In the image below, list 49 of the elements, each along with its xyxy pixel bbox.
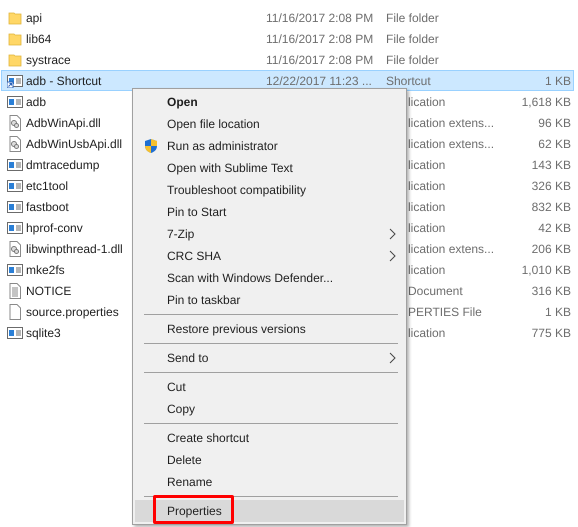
date-modified: 12/22/2017 11:23 ... (266, 74, 372, 88)
file-name: AdbWinUsbApi.dll (26, 136, 122, 150)
file-type: Shortcut (386, 74, 431, 88)
file-type: lication (408, 94, 446, 108)
file-size: 1,010 KB (522, 262, 571, 276)
file-type: PERTIES File (408, 304, 482, 318)
file-size: 206 KB (532, 242, 571, 256)
file-size: 1 KB (544, 304, 571, 318)
file-type: Document (408, 284, 463, 298)
file-size: 775 KB (532, 326, 571, 340)
file-type: lication (408, 200, 446, 214)
file-type: lication (408, 326, 446, 340)
file-size: 42 KB (538, 220, 571, 234)
file-size: 1 KB (544, 74, 571, 88)
file-name: AdbWinApi.dll (26, 116, 101, 130)
file-size: 143 KB (532, 158, 571, 172)
file-name: mke2fs (26, 262, 65, 276)
file-name: libwinpthread-1.dll (26, 242, 123, 256)
file-name: dmtracedump (26, 158, 100, 172)
file-size: 326 KB (532, 178, 571, 192)
file-name: etc1tool (26, 178, 68, 192)
file-type: lication extens... (408, 116, 494, 130)
file-size: 1,618 KB (522, 94, 571, 108)
file-name: api (26, 10, 42, 24)
file-name: adb - Shortcut (26, 74, 102, 88)
file-type: lication (408, 178, 446, 192)
file-name: sqlite3 (26, 326, 61, 340)
file-type: lication (408, 158, 446, 172)
file-type: lication extens... (408, 136, 494, 150)
file-type: lication (408, 262, 446, 276)
file-name: hprof-conv (26, 220, 83, 234)
file-name: systrace (26, 52, 71, 66)
file-size: 832 KB (532, 200, 571, 214)
file-name: adb (26, 94, 46, 108)
file-type: lication (408, 220, 446, 234)
date-modified: 11/16/2017 2:08 PM (266, 52, 374, 66)
file-type: lication extens... (408, 242, 494, 256)
file-type: File folder (386, 32, 439, 46)
date-modified: 11/16/2017 2:08 PM (266, 32, 374, 46)
file-type: File folder (386, 10, 439, 24)
file-name: NOTICE (26, 284, 72, 298)
file-name: lib64 (26, 32, 52, 46)
file-size: 96 KB (538, 116, 571, 130)
date-modified: 11/16/2017 2:08 PM (266, 10, 374, 24)
file-name: fastboot (26, 200, 69, 214)
file-name: source.properties (26, 304, 119, 318)
file-size: 316 KB (532, 284, 571, 298)
file-size: 62 KB (538, 136, 571, 150)
file-type: File folder (386, 52, 439, 66)
